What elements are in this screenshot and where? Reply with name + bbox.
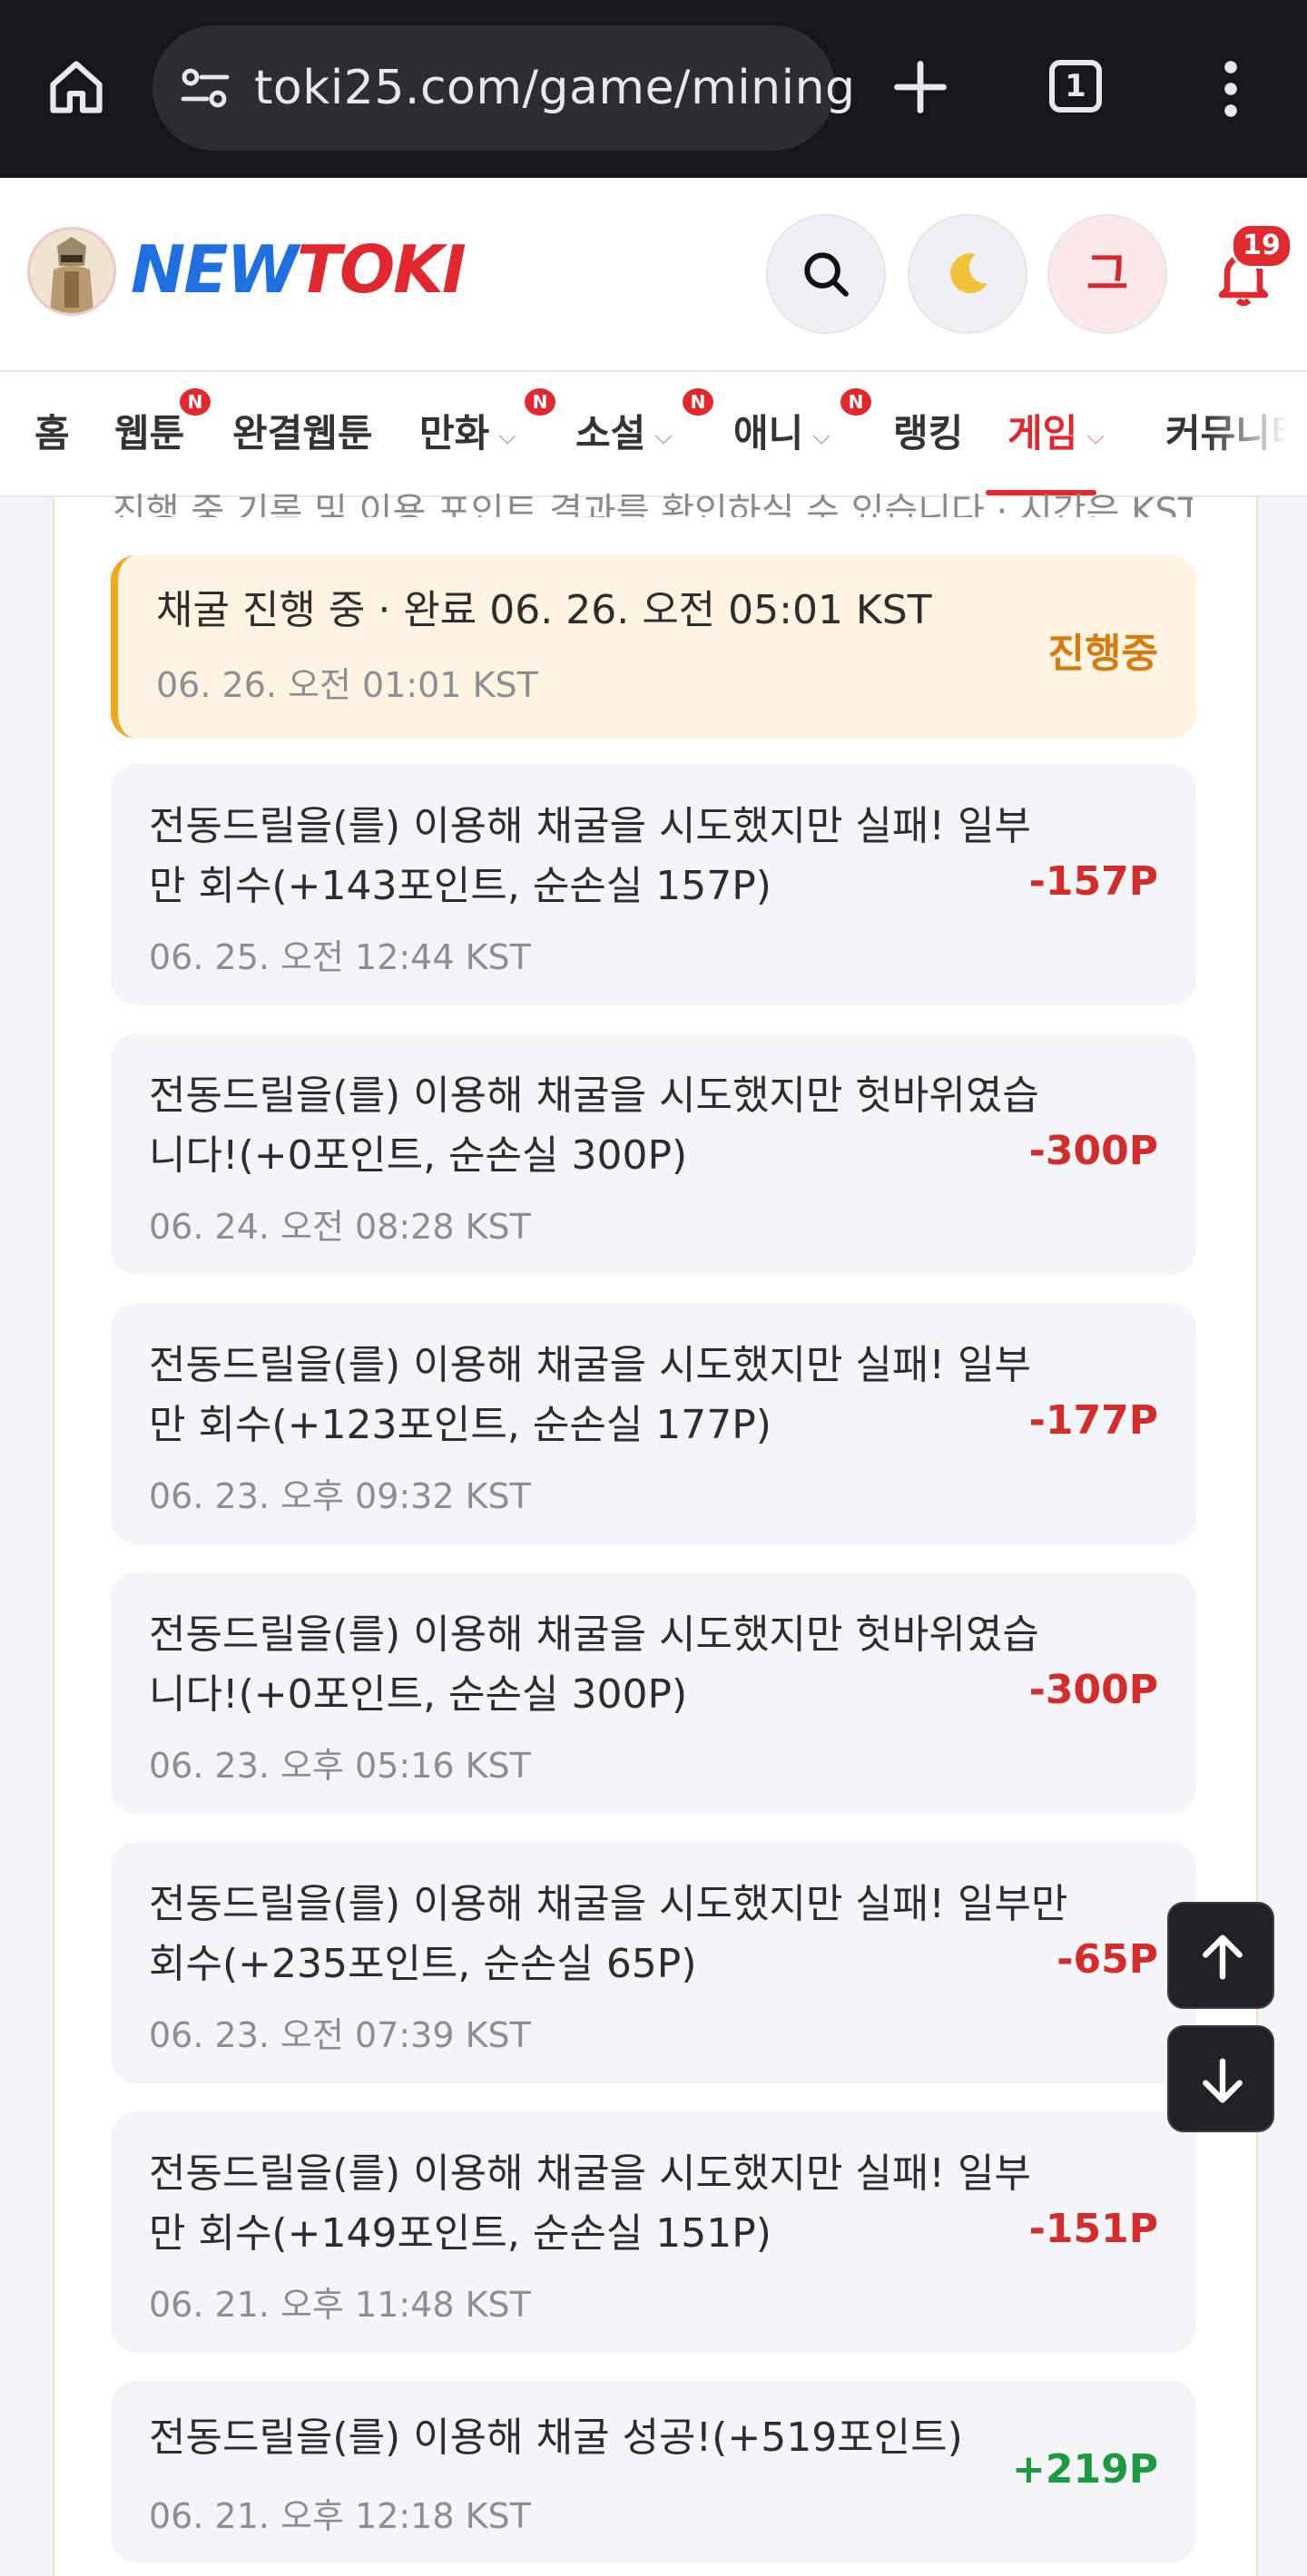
nav-label: 홈 xyxy=(34,411,70,455)
log-amount: -300P xyxy=(1028,1667,1158,1713)
scroll-top-button[interactable] xyxy=(1167,1902,1274,2009)
log-item: 전동드릴을(를) 이용해 채굴을 시도했지만 실패! 일부만 회수(+235포인… xyxy=(111,1842,1196,2083)
site-header: NEWTOKI 그 19 xyxy=(0,178,1307,372)
log-item: 전동드릴을(를) 이용해 채굴을 시도했지만 실패! 일부만 회수(+123포인… xyxy=(111,1303,1196,1544)
address-bar[interactable]: toki25.com/game/mining xyxy=(152,25,855,151)
log-item: 전동드릴을(를) 이용해 채굴을 시도했지만 헛바위였습니다!(+0포인트, 순… xyxy=(111,1033,1196,1275)
profile-button[interactable]: 그 xyxy=(1047,214,1167,334)
site-logo[interactable]: NEWTOKI xyxy=(131,229,467,310)
nav-item-home[interactable]: 홈 xyxy=(34,372,70,495)
log-message: 전동드릴을(를) 이용해 채굴을 시도했지만 실패! 일부만 회수(+235포인… xyxy=(149,1881,1068,1987)
site-info-icon[interactable] xyxy=(180,66,231,110)
nav-label: 웹툰 xyxy=(114,411,185,455)
log-item: 전동드릴을(를) 이용해 채굴을 시도했지만 실패! 일부만 회수(+143포인… xyxy=(111,764,1196,1005)
log-time: 06. 21. 오후 12:18 KST xyxy=(149,2496,531,2536)
log-amount: -300P xyxy=(1028,1128,1158,1174)
search-icon xyxy=(804,252,849,297)
notification-badge: 19 xyxy=(1231,223,1292,269)
log-time: 06. 25. 오전 12:44 KST xyxy=(149,937,531,977)
url-text[interactable]: toki25.com/game/mining xyxy=(254,25,856,151)
log-item: 전동드릴을(를) 이용해 채굴을 시도했지만 헛바위였습니다!(+0포인트, 순… xyxy=(111,1572,1196,1814)
log-amount: -177P xyxy=(1028,1397,1158,1444)
arrow-up-icon xyxy=(1203,1934,1243,1980)
logo-new: NEW xyxy=(131,231,299,308)
log-message: 전동드릴을(를) 이용해 채굴을 시도했지만 헛바위였습니다!(+0포인트, 순… xyxy=(149,1611,1039,1718)
log-time: 06. 23. 오후 09:32 KST xyxy=(149,1476,531,1516)
log-time: 06. 23. 오전 07:39 KST xyxy=(149,2015,531,2055)
log-time: 06. 26. 오전 01:01 KST xyxy=(156,665,538,705)
log-item-in-progress: 채굴 진행 중 · 완료 06. 26. 오전 05:01 KST 06. 26… xyxy=(111,555,1196,739)
nav-label: 소설 xyxy=(575,411,646,455)
moon-icon xyxy=(950,253,988,294)
log-amount: -151P xyxy=(1028,2206,1158,2252)
profile-initial: 그 xyxy=(1086,248,1128,300)
log-item: 전동드릴을(를) 이용해 채굴을 시도했지만 실패! 일부만 회수(+149포인… xyxy=(111,2111,1196,2353)
nav-label: 애니 xyxy=(733,411,804,455)
log-status: 진행중 xyxy=(1047,631,1158,677)
mascot-image xyxy=(30,230,113,313)
new-badge: N xyxy=(180,388,211,416)
log-time: 06. 21. 오후 11:48 KST xyxy=(149,2285,531,2325)
log-time: 06. 23. 오후 05:16 KST xyxy=(149,1746,531,1786)
scroll-bottom-button[interactable] xyxy=(1167,2025,1274,2132)
panel-description: 진행 중 기록 및 이용 포인트 결과를 확인하실 수 있습니다 · 시간은 K… xyxy=(113,491,1193,517)
log-item: 전동드릴을(를) 이용해 채굴 성공!(+519포인트) 06. 21. 오후 … xyxy=(111,2381,1196,2562)
log-message: 전동드릴을(를) 이용해 채굴을 시도했지만 실패! 일부만 회수(+143포인… xyxy=(149,803,1031,909)
log-message: 전동드릴을(를) 이용해 채굴을 시도했지만 실패! 일부만 회수(+123포인… xyxy=(149,1342,1031,1448)
log-message: 채굴 진행 중 · 완료 06. 26. 오전 05:01 KST xyxy=(156,587,932,633)
tab-switcher-icon[interactable]: 1 xyxy=(1049,60,1102,113)
home-icon[interactable] xyxy=(45,56,107,118)
logo-toki: TOKI xyxy=(296,231,467,308)
log-amount: -157P xyxy=(1028,858,1158,905)
chevron-down-icon: ⌵ xyxy=(654,422,673,450)
nav-label: 게임 xyxy=(1007,411,1078,455)
search-button[interactable] xyxy=(766,214,886,334)
arrow-down-icon xyxy=(1203,2058,1243,2103)
nav-label: 랭킹 xyxy=(893,411,964,455)
log-amount: -65P xyxy=(1056,1936,1158,1983)
log-message: 전동드릴을(를) 이용해 채굴 성공!(+519포인트) xyxy=(149,2414,963,2461)
chevron-down-icon: ⌵ xyxy=(812,422,830,450)
new-badge: N xyxy=(525,388,555,416)
nav-fade-overlay xyxy=(1207,372,1307,495)
chevron-down-icon: ⌵ xyxy=(1086,422,1105,450)
dark-mode-button[interactable] xyxy=(908,214,1027,334)
new-badge: N xyxy=(840,388,871,416)
nav-label: 만화 xyxy=(419,411,490,455)
menu-icon[interactable] xyxy=(1213,60,1249,118)
log-amount: +219P xyxy=(1012,2446,1158,2493)
new-badge: N xyxy=(683,388,713,416)
log-time: 06. 24. 오전 08:28 KST xyxy=(149,1207,531,1247)
new-tab-icon[interactable] xyxy=(889,56,951,118)
browser-toolbar: toki25.com/game/mining 1 xyxy=(0,0,1307,178)
logo-mascot[interactable] xyxy=(27,227,116,316)
nav-label: 완결웹툰 xyxy=(232,411,373,455)
log-message: 전동드릴을(를) 이용해 채굴을 시도했지만 헛바위였습니다!(+0포인트, 순… xyxy=(149,1073,1039,1179)
chevron-down-icon: ⌵ xyxy=(498,422,516,450)
log-message: 전동드릴을(를) 이용해 채굴을 시도했지만 실패! 일부만 회수(+149포인… xyxy=(149,2150,1031,2257)
